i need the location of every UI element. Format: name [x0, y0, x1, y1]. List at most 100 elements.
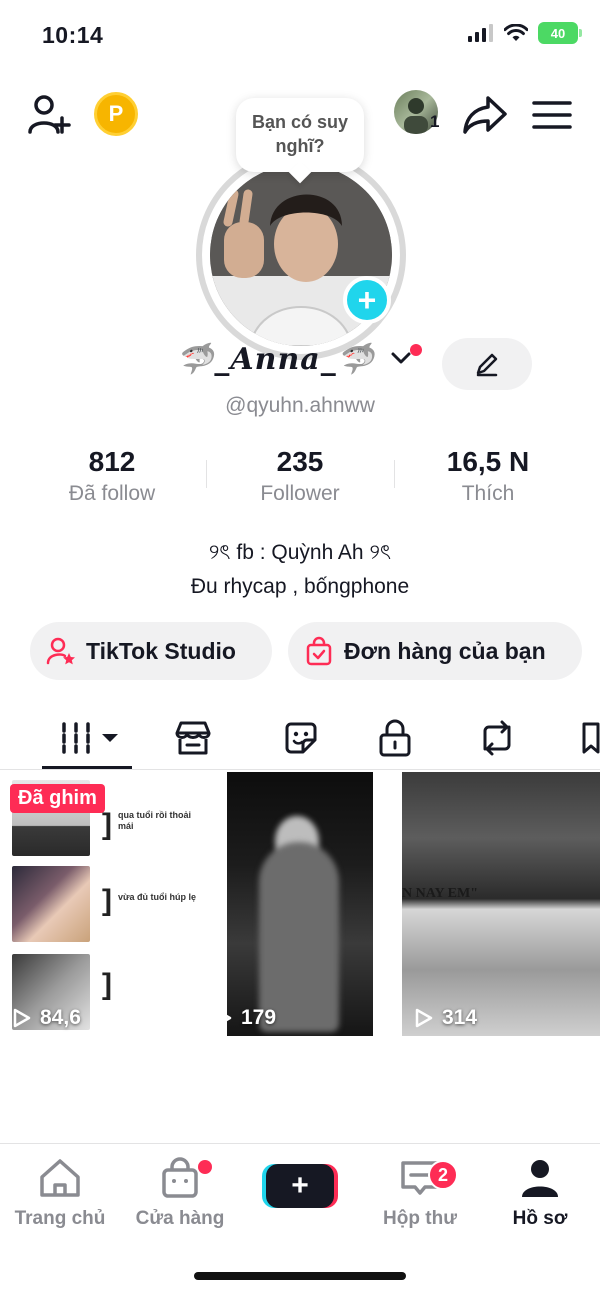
nav-home-label: Trang chủ — [14, 1208, 106, 1229]
thumbnail-caption: N NAY EM" — [402, 886, 478, 901]
wifi-icon — [504, 24, 528, 41]
thought-bubble-text: Bạn có suy nghĩ? — [251, 112, 349, 156]
grid-filter-icon — [62, 722, 118, 754]
add-friend-button[interactable] — [24, 90, 74, 140]
followers-label: Follower — [260, 482, 340, 505]
pinned-badge: Đã ghim — [10, 784, 105, 813]
bracket-glyph: ] — [102, 884, 112, 917]
plus-icon: + — [291, 1169, 309, 1202]
thumbnail-caption: qua tuổi rồi thoải mái — [118, 810, 191, 831]
video-thumbnail[interactable]: ] qua tuổi rồi thoải mái ] vừa đủ tuổi h… — [0, 772, 198, 1036]
add-user-icon — [28, 95, 71, 134]
following-count: 812 — [88, 446, 136, 477]
hamburger-menu-icon — [532, 101, 572, 129]
thumbnail-figure-body — [259, 842, 339, 1032]
video-thumbnail[interactable]: 179 — [201, 772, 399, 1036]
storefront-icon — [175, 721, 211, 755]
name-row: 🦈_𝑨𝒏𝒏𝒂_🦈 — [0, 336, 600, 390]
content-tabs — [0, 706, 600, 770]
thumbnail-caption: vừa đủ tuổi húp lẹ — [118, 892, 197, 902]
nav-inbox-label: Hộp thư — [383, 1208, 457, 1229]
share-icon — [463, 96, 507, 134]
repost-icon — [483, 720, 511, 756]
view-count: 179 — [213, 1006, 276, 1030]
view-count-text: 314 — [442, 1006, 478, 1029]
likes-stat[interactable]: 16,5 N Thích — [394, 446, 582, 506]
coin-icon: P — [108, 101, 124, 126]
shopping-bag-icon — [162, 1157, 198, 1198]
profile-person-icon — [522, 1160, 558, 1197]
bio-line: ୨ৎ fb : Quỳnh Ah ୨ৎ — [208, 541, 392, 564]
display-name[interactable]: 🦈_𝑨𝒏𝒏𝒂_🦈 — [176, 342, 375, 377]
bottom-nav: Trang chủ Cửa hàng + 2 Hộp thư Hồ sơ — [0, 1143, 600, 1299]
following-stat[interactable]: 812 Đã follow — [18, 446, 206, 506]
following-label: Đã follow — [68, 482, 156, 505]
tab-shop[interactable] — [158, 710, 228, 766]
tab-reposts[interactable] — [462, 710, 532, 766]
tiktok-studio-label: TikTok Studio — [86, 637, 236, 664]
video-grid: ] qua tuổi rồi thoải mái ] vừa đủ tuổi h… — [0, 772, 600, 1036]
coin-button[interactable]: P — [94, 92, 138, 136]
add-story-button[interactable]: + — [343, 276, 391, 324]
status-bar: 10:14 40 — [0, 0, 600, 72]
chevron-down-icon — [391, 352, 411, 364]
play-icon — [214, 1008, 232, 1028]
status-indicators: 40 — [468, 22, 582, 44]
your-orders-button[interactable]: Đơn hàng của bạn — [288, 622, 582, 680]
view-count: 84,6 — [12, 1006, 81, 1030]
friends-count: 1 — [430, 112, 440, 131]
shopping-bag-check-icon — [306, 636, 332, 666]
bracket-glyph: ] — [102, 808, 112, 841]
likes-label: Thích — [461, 482, 515, 505]
nav-home[interactable]: Trang chủ — [0, 1156, 120, 1230]
video-thumbnail[interactable]: N NAY EM" 314 — [402, 772, 600, 1036]
lock-icon — [379, 719, 411, 757]
signal-icon — [468, 24, 493, 42]
followers-count: 235 — [276, 446, 324, 477]
status-time: 10:14 — [42, 22, 104, 48]
shop-notification-dot — [198, 1160, 212, 1174]
nav-inbox[interactable]: 2 Hộp thư — [360, 1156, 480, 1230]
account-switch-button[interactable] — [390, 350, 412, 371]
active-tab-indicator — [42, 766, 132, 769]
create-button[interactable]: + — [266, 1164, 334, 1208]
studio-user-star-icon — [46, 637, 75, 665]
notification-dot — [410, 344, 422, 356]
plus-icon: + — [357, 282, 377, 318]
home-icon — [40, 1159, 80, 1197]
nav-profile[interactable]: Hồ sơ — [480, 1156, 600, 1230]
tab-stickers[interactable] — [266, 710, 336, 766]
followers-stat[interactable]: 235 Follower — [206, 446, 394, 506]
inbox-badge: 2 — [428, 1160, 458, 1190]
nav-profile-label: Hồ sơ — [512, 1208, 568, 1229]
username: @qyuhn.ahnww — [225, 394, 375, 417]
play-icon — [415, 1008, 433, 1028]
profile-stats: 812 Đã follow 235 Follower 16,5 N Thích — [0, 446, 600, 516]
tab-videos[interactable] — [54, 710, 124, 766]
edit-profile-button[interactable] — [442, 338, 532, 390]
nav-shop-label: Cửa hàng — [135, 1208, 225, 1229]
pencil-icon — [476, 353, 498, 377]
bio-line: Đu rhycap , bốngphone — [190, 575, 410, 598]
play-icon — [13, 1008, 31, 1028]
tab-private[interactable] — [360, 710, 430, 766]
view-count: 314 — [414, 1006, 477, 1030]
bookmark-icon — [582, 722, 600, 754]
home-indicator — [194, 1272, 406, 1280]
battery-indicator: 40 — [538, 22, 582, 44]
thumbnail-panel — [12, 866, 90, 942]
menu-button[interactable] — [528, 90, 576, 140]
your-orders-label: Đơn hàng của bạn — [344, 637, 546, 664]
thought-bubble[interactable]: Bạn có suy nghĩ? — [236, 98, 364, 172]
tab-saved[interactable] — [560, 710, 600, 766]
share-profile-button[interactable] — [460, 90, 510, 140]
nav-shop[interactable]: Cửa hàng — [120, 1156, 240, 1230]
bracket-glyph: ] — [102, 968, 112, 1001]
tiktok-studio-button[interactable]: TikTok Studio — [30, 622, 272, 680]
view-count-text: 179 — [241, 1006, 277, 1029]
battery-level: 40 — [550, 25, 566, 41]
likes-count: 16,5 N — [446, 446, 530, 477]
profile-bio: ୨ৎ fb : Quỳnh Ah ୨ৎ Đu rhycap , bốngphon… — [0, 536, 600, 604]
view-count-text: 84,6 — [40, 1006, 81, 1029]
sticker-face-icon — [285, 722, 317, 754]
